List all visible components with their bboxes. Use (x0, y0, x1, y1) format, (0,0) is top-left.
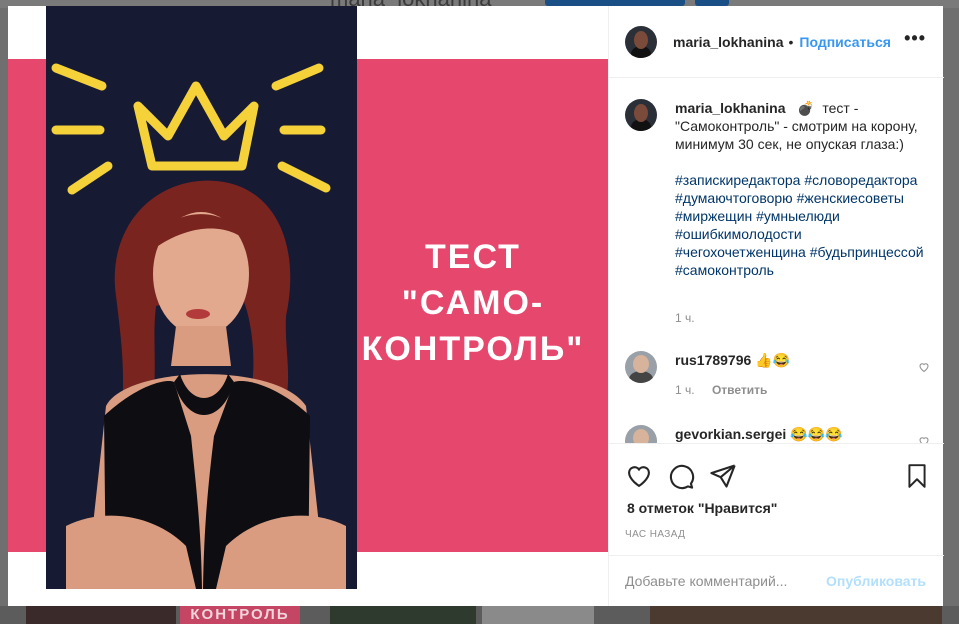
post-image-text: ТЕСТ "САМО- КОНТРОЛЬ" (353, 234, 593, 372)
author-avatar[interactable] (625, 25, 657, 58)
caption-avatar[interactable] (625, 99, 657, 131)
action-icons (625, 462, 737, 490)
background-thumbnail (330, 606, 476, 624)
background-thumbnail (482, 606, 594, 624)
follow-button[interactable]: Подписаться (799, 34, 891, 50)
separator-dot: • (788, 33, 794, 50)
background-thumbnail-text: КОНТРОЛЬ (180, 606, 300, 624)
comments-list[interactable]: maria_lokhanina 💣 тест - "Самоконтроль" … (609, 79, 944, 443)
post-actions: 8 отметок "Нравится" ЧАС НАЗАД (609, 443, 944, 555)
commenter-avatar[interactable] (625, 351, 657, 383)
reply-button[interactable]: Ответить (712, 383, 767, 397)
comment-meta: 1 ч. Ответить (675, 383, 781, 397)
commenter-username[interactable]: rus1789796 (675, 352, 751, 368)
bomb-emoji: 💣 (797, 100, 815, 116)
comment-text: rus1789796 👍😂 (675, 351, 790, 369)
comment-icon[interactable] (667, 462, 695, 490)
caption-username[interactable]: maria_lokhanina (675, 100, 786, 116)
post-timestamp: ЧАС НАЗАД (625, 529, 686, 540)
comment-text: gevorkian.sergei 😂😂😂 (675, 425, 842, 443)
comment-body: 😂😂😂 (790, 426, 843, 442)
post-modal: ТЕСТ "САМО- КОНТРОЛЬ" maria_lokhanina • … (8, 6, 944, 606)
post-photo (46, 6, 357, 589)
image-text-line: КОНТРОЛЬ" (361, 330, 585, 368)
more-horizontal-icon[interactable]: ••• (904, 28, 926, 49)
comment-like-icon[interactable] (918, 435, 930, 443)
post-sidebar: maria_lokhanina • Подписаться ••• maria_… (608, 6, 944, 606)
share-icon[interactable] (709, 462, 737, 490)
likes-count[interactable]: 8 отметок "Нравится" (627, 500, 777, 516)
comment-like-icon[interactable] (918, 361, 930, 373)
heart-icon[interactable] (625, 462, 653, 490)
post-media[interactable]: ТЕСТ "САМО- КОНТРОЛЬ" (8, 6, 608, 606)
author-username[interactable]: maria_lokhanina (673, 34, 784, 50)
bookmark-icon[interactable] (904, 462, 930, 490)
image-text-line: "САМО- (401, 284, 545, 322)
comment-body: 👍😂 (755, 352, 791, 368)
caption-hashtags[interactable]: #запискиредактора #словоредактора #думаю… (675, 171, 930, 279)
background-thumbnail (650, 606, 942, 624)
add-comment-bar: Опубликовать (609, 555, 944, 606)
image-text-line: ТЕСТ (425, 238, 521, 276)
commenter-username[interactable]: gevorkian.sergei (675, 426, 786, 442)
comment-input[interactable] (625, 573, 827, 589)
publish-button[interactable]: Опубликовать (826, 573, 926, 589)
background-thumbnail (26, 606, 176, 624)
comment-time: 1 ч. (675, 383, 695, 397)
crown-illustration (51, 63, 346, 589)
caption-time: 1 ч. (675, 311, 695, 325)
caption-body: maria_lokhanina 💣 тест - "Самоконтроль" … (675, 99, 930, 279)
commenter-avatar[interactable] (625, 425, 657, 443)
post-header: maria_lokhanina • Подписаться ••• (609, 6, 944, 78)
